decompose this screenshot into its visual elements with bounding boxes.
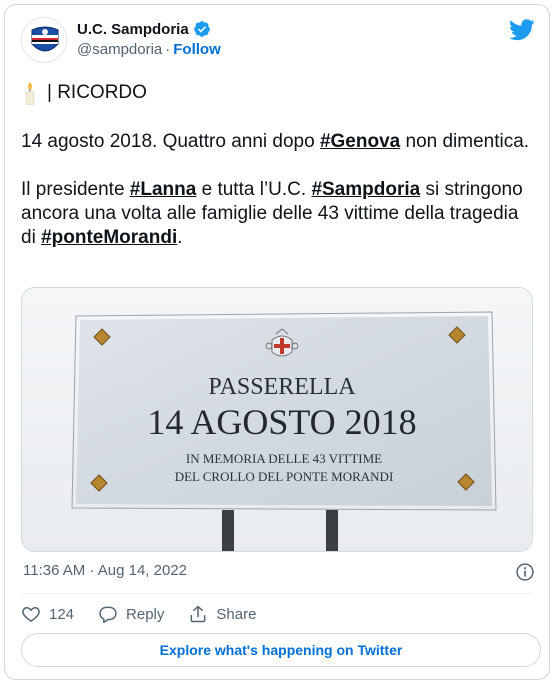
info-icon[interactable]: [515, 562, 535, 582]
verified-badge-icon: [193, 21, 210, 37]
hashtag-genova[interactable]: #Genova: [320, 131, 400, 152]
hashtag-pontemorandi[interactable]: #ponteMorandi: [41, 227, 177, 248]
tweet-timestamp[interactable]: 11:36 AM · Aug 14, 2022: [23, 562, 187, 579]
like-button[interactable]: 124: [21, 604, 74, 624]
hashtag-lanna[interactable]: #Lanna: [130, 179, 197, 200]
tweet-first-line: | RICORDO: [21, 81, 533, 105]
sampdoria-crest-icon: [22, 18, 66, 62]
author-display-name[interactable]: U.C. Sampdoria: [77, 21, 189, 38]
author-name-row: U.C. Sampdoria: [77, 20, 211, 38]
plaque-line-4: DEL CROLLO DEL PONTE MORANDI: [175, 469, 394, 484]
paragraph-1-text-a: 14 agosto 2018. Quattro anni dopo: [21, 131, 320, 152]
hashtag-sampdoria[interactable]: #Sampdoria: [311, 179, 420, 200]
plaque-line-1: PASSERELLA: [208, 374, 356, 400]
tweet-text: | RICORDO 14 agosto 2018. Quattro anni d…: [21, 81, 533, 250]
share-label: Share: [216, 605, 257, 623]
twitter-bird-icon[interactable]: [509, 19, 535, 41]
reply-button[interactable]: Reply: [98, 604, 164, 624]
divider: [21, 593, 533, 594]
author-handle-row: @sampdoria · Follow: [77, 41, 221, 58]
paragraph-2-text-d: .: [177, 227, 183, 248]
ricordo-label: | RICORDO: [47, 82, 147, 103]
reply-icon: [99, 606, 117, 624]
memorial-plaque-photo: PASSERELLA 14 AGOSTO 2018 IN MEMORIA DEL…: [22, 288, 532, 551]
share-button[interactable]: Share: [188, 604, 256, 624]
paragraph-1-text-b: non dimentica.: [400, 131, 530, 152]
paragraph-2: Il presidente #Lanna e tutta l’U.C. #Sam…: [21, 178, 533, 250]
like-count: 124: [49, 605, 75, 623]
tweet-header: U.C. Sampdoria @sampdoria · Follow: [21, 17, 535, 65]
reply-label: Reply: [126, 605, 165, 623]
candle-emoji: [25, 82, 35, 105]
paragraph-2-text-b: e tutta l’U.C.: [196, 179, 312, 200]
avatar[interactable]: [21, 17, 67, 63]
tweet-card: U.C. Sampdoria @sampdoria · Follow | RICOR…: [4, 4, 550, 680]
paragraph-1: 14 agosto 2018. Quattro anni dopo #Genov…: [21, 130, 533, 154]
tweet-media-image[interactable]: PASSERELLA 14 AGOSTO 2018 IN MEMORIA DEL…: [21, 287, 533, 552]
share-icon: [190, 605, 206, 623]
plaque-line-2: 14 AGOSTO 2018: [147, 402, 416, 442]
explore-twitter-button[interactable]: Explore what's happening on Twitter: [21, 633, 541, 667]
separator-dot: ·: [165, 41, 171, 58]
follow-button[interactable]: Follow: [173, 41, 221, 58]
plaque-line-3: IN MEMORIA DELLE 43 VITTIME: [186, 451, 382, 466]
author-handle[interactable]: @sampdoria: [77, 41, 162, 58]
paragraph-2-text-a: Il presidente: [21, 179, 130, 200]
heart-icon: [22, 607, 40, 622]
tweet-actions: 124 Reply Share: [21, 601, 280, 627]
